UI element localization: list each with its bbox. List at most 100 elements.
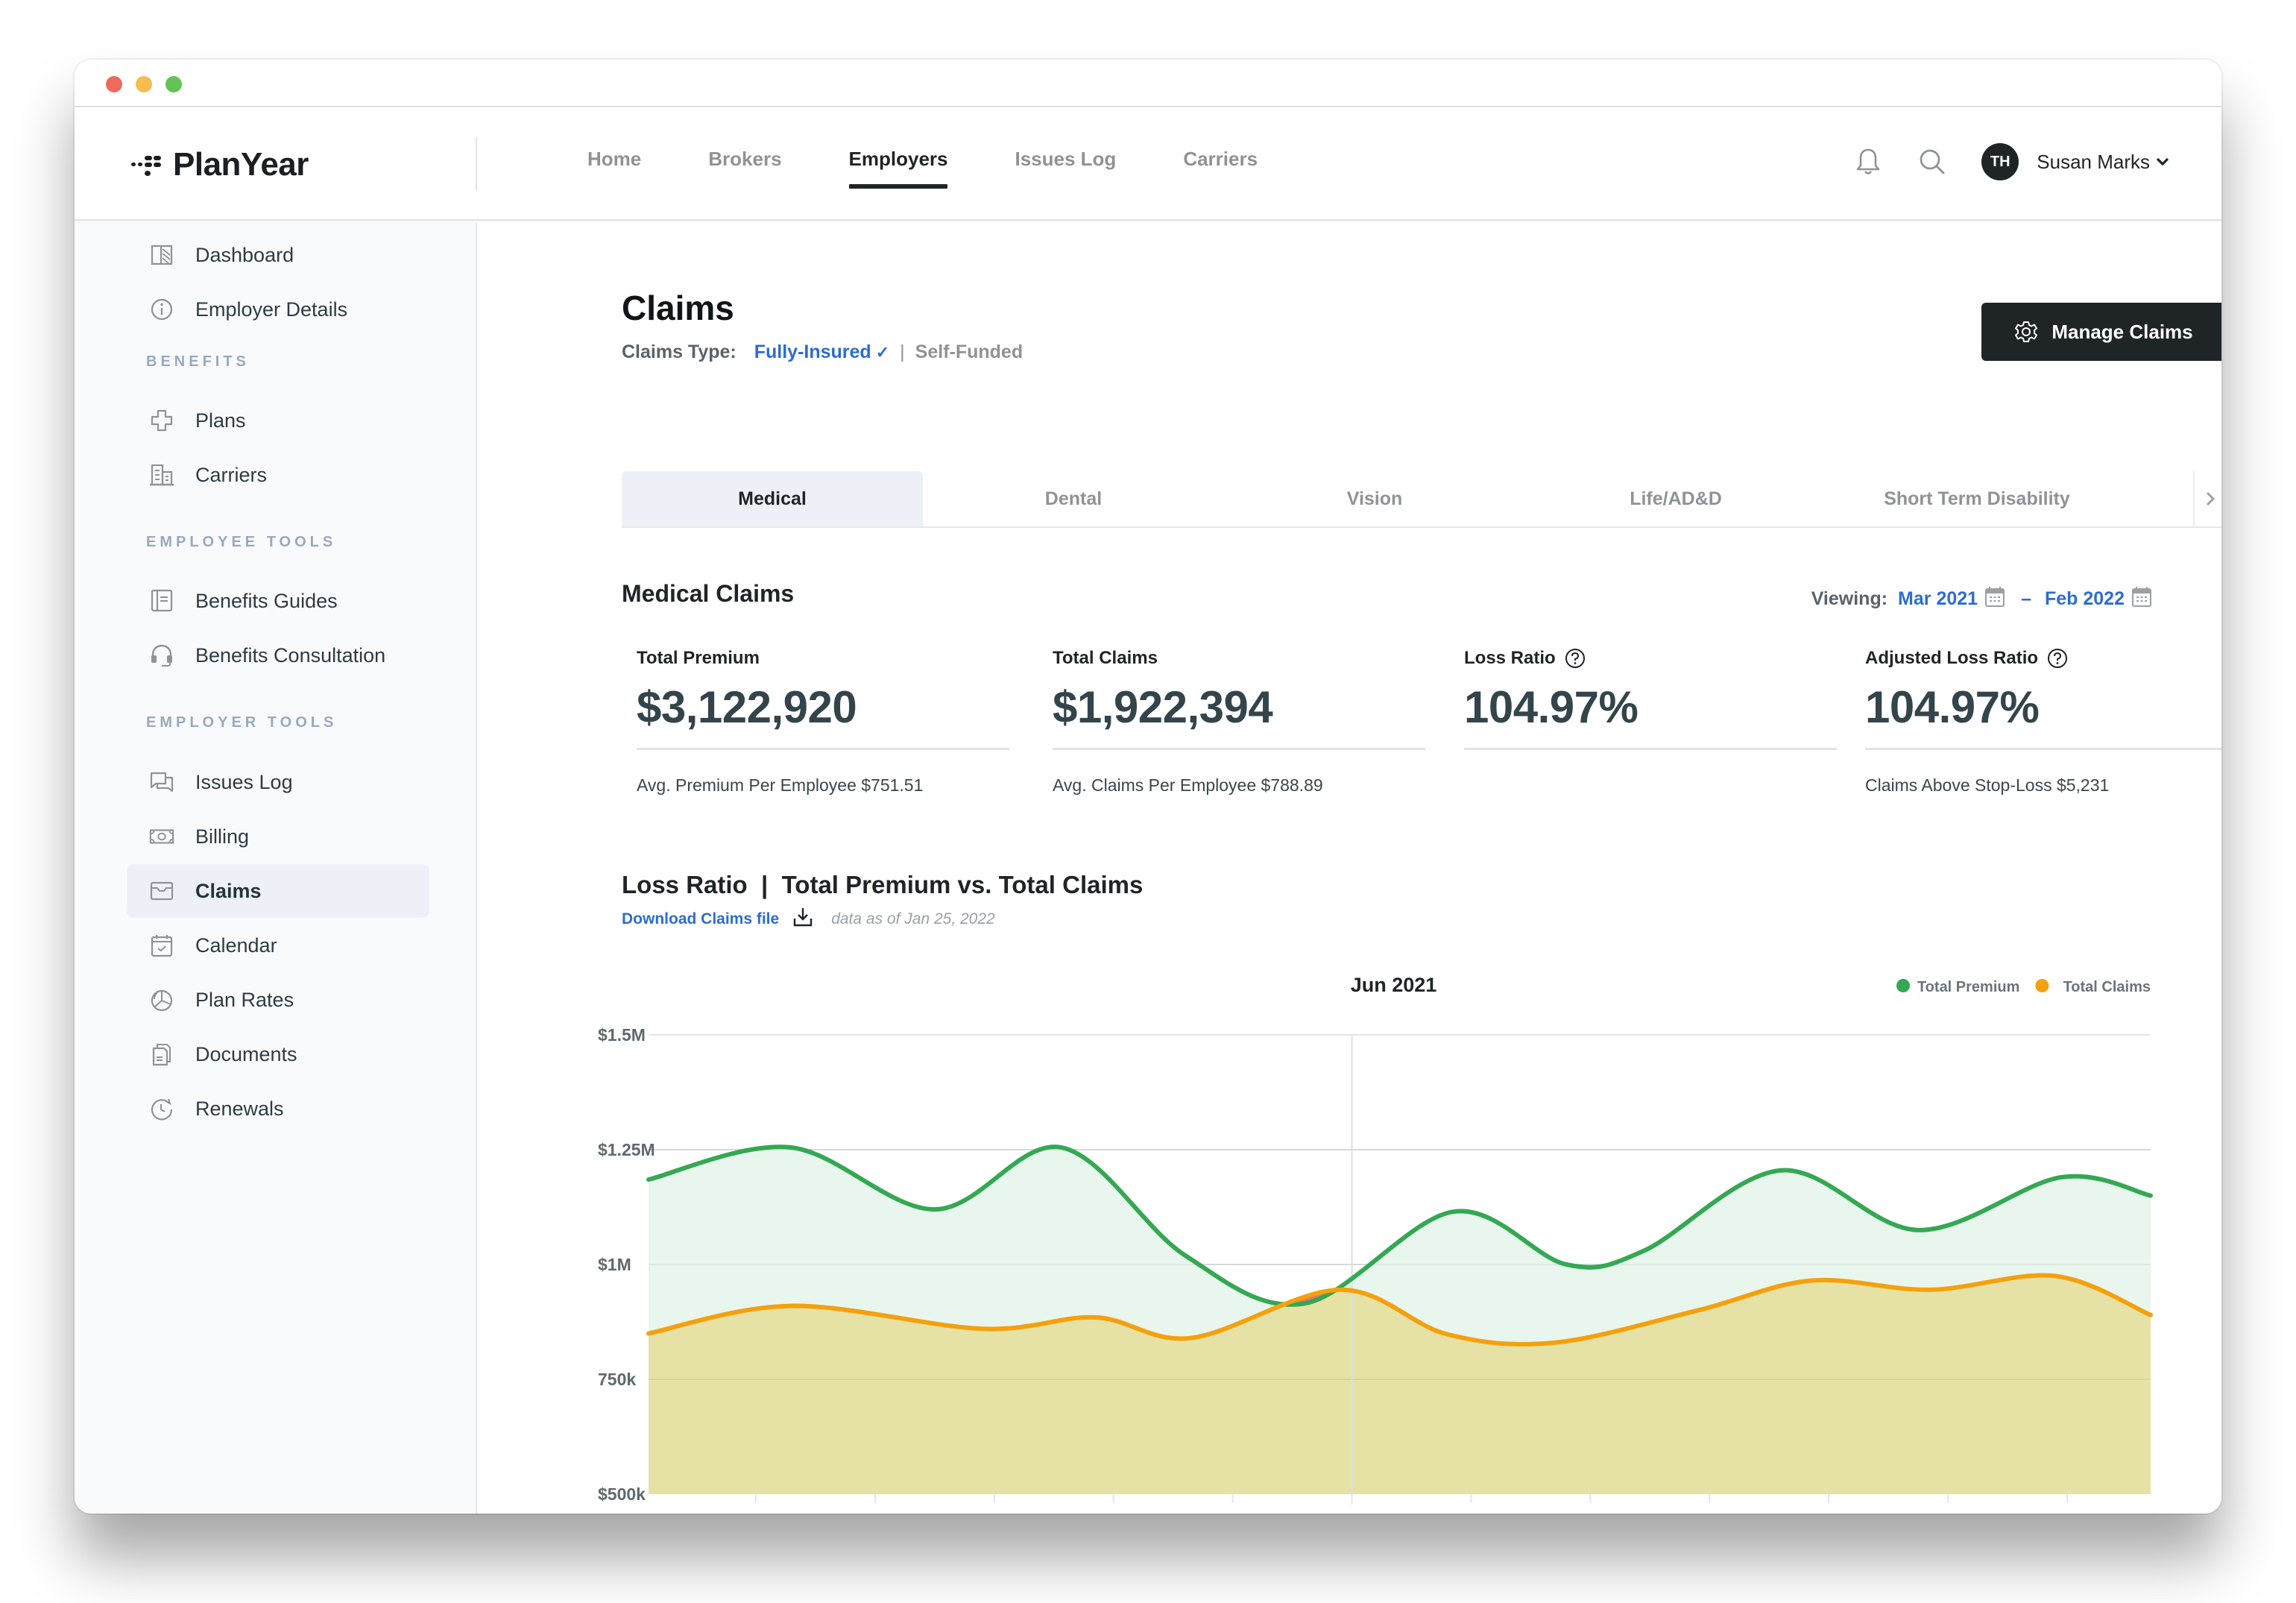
plus-cross-icon [149,408,174,433]
stat-label: Loss Ratio [1464,648,1556,668]
date-range-dash: – [2021,588,2031,609]
benefit-tabs: Medical Dental Vision Life/AD&D Short Te… [622,471,2221,528]
nav-link-employers[interactable]: Employers [848,148,947,189]
help-icon[interactable] [2047,648,2068,669]
date-from[interactable]: Mar 2021 [1898,588,1978,610]
top-navigation: PlanYear Home Brokers Employers Issues L… [75,107,2221,221]
sidebar-item-claims[interactable]: Claims [127,864,429,918]
nav-link-carriers[interactable]: Carriers [1183,148,1258,189]
headset-icon [149,643,174,668]
stat-loss-ratio: Loss Ratio 104.97% [1464,647,1837,775]
tab-life-add[interactable]: Life/AD&D [1525,471,1826,526]
tab-short-term-disability[interactable]: Short Term Disability [1826,471,2128,526]
calendar-icon[interactable] [1985,586,2005,612]
app-window: PlanYear Home Brokers Employers Issues L… [75,60,2221,1514]
legend-label: Total Claims [2063,979,2151,995]
stat-divider [1464,748,1837,750]
checkmark-icon: ✓ [875,342,890,362]
stat-value: 104.97% [1464,682,1639,732]
sidebar-item-plans[interactable]: Plans [127,394,429,447]
manage-claims-button[interactable]: Manage Claims [1981,303,2221,361]
chat-bubbles-icon [149,769,174,795]
chart-subheader: Download Claims file data as of Jan 25, … [622,907,995,932]
tabs-next-button[interactable] [2193,471,2221,526]
tab-medical[interactable]: Medical [622,471,923,526]
sidebar-item-dashboard[interactable]: Dashboard [127,228,429,282]
user-menu[interactable]: Susan Marks [2037,151,2169,174]
stat-value: $3,122,920 [637,682,857,732]
stat-value: 104.97% [1865,682,2040,732]
sidebar-item-label: Calendar [195,933,277,957]
sidebar-item-label: Employer Details [195,297,348,321]
calendar-check-icon [149,933,174,958]
window-zoom-button[interactable] [165,76,182,92]
sidebar-item-label: Plans [195,409,246,432]
chart-title: Loss Ratio | Total Premium vs. Total Cla… [622,871,1144,898]
gear-icon [2015,321,2038,342]
user-area: TH Susan Marks [1822,143,2169,180]
sidebar-item-label: Benefits Guides [195,589,338,612]
sidebar-item-benefits-consultation[interactable]: Benefits Consultation [127,629,429,682]
stat-value: $1,922,394 [1053,682,1273,732]
sidebar-item-plan-rates[interactable]: Plan Rates [127,973,429,1027]
sidebar-item-label: Billing [195,825,250,848]
claims-type-label: Claims Type: [622,341,737,362]
claims-type-fully-insured[interactable]: Fully-Insured [754,341,871,363]
search-icon[interactable] [1914,144,1950,180]
help-icon[interactable] [1565,648,1586,669]
stat-divider [1053,748,1425,750]
tab-vision[interactable]: Vision [1224,471,1525,526]
sidebar-item-calendar[interactable]: Calendar [127,919,429,972]
sidebar-item-label: Carriers [195,463,268,486]
planyear-dots-logo-icon [131,151,164,178]
sidebar-item-documents[interactable]: Documents [127,1027,429,1081]
nav-link-brokers[interactable]: Brokers [708,148,781,189]
brand-logo[interactable]: PlanYear [131,146,309,183]
download-icon[interactable] [792,907,813,932]
section-title: Medical Claims [622,580,795,607]
sidebar-item-label: Issues Log [195,770,293,793]
stat-subtext: Claims Above Stop-Loss $5,231 [1865,775,2110,795]
loss-ratio-chart: $1.5M$1.25M$1M750k$500kJan'22Feb'22Mar'2… [598,974,2153,1505]
stat-total-claims: Total Claims $1,922,394 Avg. Claims Per … [1053,647,1425,796]
nav-link-issues-log[interactable]: Issues Log [1015,148,1116,189]
sidebar-item-issues-log[interactable]: Issues Log [127,755,429,809]
sidebar-item-billing[interactable]: Billing [127,810,429,863]
y-tick-label: $500k [598,1484,646,1504]
calendar-icon[interactable] [2132,586,2151,612]
download-claims-link[interactable]: Download Claims file [622,910,779,928]
guide-book-icon [149,588,174,614]
brand-name: PlanYear [173,146,309,183]
nav-divider [476,137,477,191]
main-content: Claims Claims Type: Fully-Insured ✓ | Se… [477,222,2221,1514]
chevron-right-icon [2206,491,2215,506]
tab-dental[interactable]: Dental [923,471,1224,526]
y-tick-label: $1.25M [598,1140,655,1159]
sidebar-item-benefits-guides[interactable]: Benefits Guides [127,574,429,628]
info-icon [149,297,174,322]
window-titlebar [75,60,2221,107]
stat-adjusted-loss-ratio: Adjusted Loss Ratio 104.97% Claims Above… [1865,647,2221,796]
y-tick-label: 750k [598,1370,636,1389]
bell-icon[interactable] [1850,144,1886,180]
y-tick-label: $1.5M [598,1025,646,1045]
viewing-label: Viewing: [1811,588,1888,609]
nav-link-home[interactable]: Home [587,148,641,189]
sidebar-item-label: Dashboard [195,243,294,266]
stat-total-premium: Total Premium $3,122,920 Avg. Premium Pe… [637,647,1009,796]
data-as-of: data as of Jan 25, 2022 [831,910,995,928]
y-tick-label: $1M [598,1255,631,1274]
sidebar-item-employer-details[interactable]: Employer Details [127,283,429,336]
window-close-button[interactable] [106,76,122,92]
avatar[interactable]: TH [1981,143,2019,180]
hover-label: Jun 2021 [1351,974,1437,996]
sidebar-heading-benefits: BENEFITS [146,353,250,370]
date-to[interactable]: Feb 2022 [2045,588,2125,610]
sidebar-item-carriers[interactable]: Carriers [127,448,429,502]
claims-type-self-funded[interactable]: Self-Funded [915,341,1023,363]
stat-subtext: Avg. Premium Per Employee $751.51 [637,775,924,795]
sidebar-heading-employee-tools: EMPLOYEE TOOLS [146,534,337,550]
window-minimize-button[interactable] [136,76,152,92]
manage-claims-label: Manage Claims [2051,320,2193,343]
sidebar-item-renewals[interactable]: Renewals [127,1082,429,1136]
